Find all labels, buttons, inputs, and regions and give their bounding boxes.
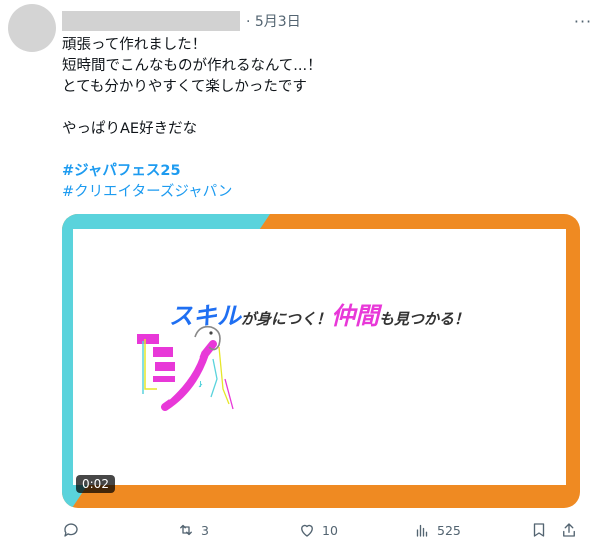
headline-skill: スキル: [169, 302, 243, 330]
heart-icon: [301, 524, 313, 537]
views-button[interactable]: 525: [413, 516, 461, 544]
more-options-button[interactable]: ···: [570, 8, 596, 34]
like-count: 10: [322, 522, 338, 538]
action-bar: 3 10 525: [62, 516, 580, 544]
views-chart-icon: [416, 524, 428, 537]
reply-icon: [64, 523, 78, 537]
video-frame: スキル が身につく！ 仲間 も見つかる！: [73, 229, 566, 485]
headline-nakama: 仲間: [331, 302, 383, 330]
redacted-username[interactable]: [62, 11, 240, 31]
logo-graphic: [137, 325, 234, 411]
post-date[interactable]: · 5月3日: [246, 11, 301, 31]
avatar[interactable]: [8, 4, 56, 52]
headline-end: も見つかる！: [379, 310, 469, 328]
headline-text: スキル が身につく！ 仲間 も見つかる！: [169, 302, 469, 330]
like-button[interactable]: 10: [298, 516, 338, 544]
views-count: 525: [437, 522, 461, 538]
hashtag-link[interactable]: #クリエイターズジャパン: [62, 182, 232, 203]
hashtag-list: #ジャパフェス25 #クリエイターズジャパン: [62, 161, 232, 203]
bookmark-button[interactable]: [530, 516, 548, 544]
video-player[interactable]: スキル が身につく！ 仲間 も見つかる！ 0:02: [62, 214, 580, 508]
headline-mid: が身につく！: [241, 310, 331, 328]
post-text: 頑張って作れました！ 短時間でこんなものが作れるなんて...！ とても分かりやす…: [62, 37, 322, 137]
video-duration: 0:02: [76, 475, 115, 493]
share-icon: [563, 523, 575, 537]
repost-icon: [180, 524, 192, 536]
repost-button[interactable]: 3: [177, 516, 209, 544]
post-header: · 5月3日 ···: [62, 8, 596, 34]
repost-count: 3: [201, 522, 209, 538]
share-button[interactable]: [560, 516, 578, 544]
bookmark-icon: [533, 523, 545, 537]
video-graphic: スキル が身につく！ 仲間 も見つかる！: [137, 302, 469, 411]
reply-button[interactable]: [62, 516, 86, 544]
hashtag-link[interactable]: #ジャパフェス25: [62, 161, 232, 182]
